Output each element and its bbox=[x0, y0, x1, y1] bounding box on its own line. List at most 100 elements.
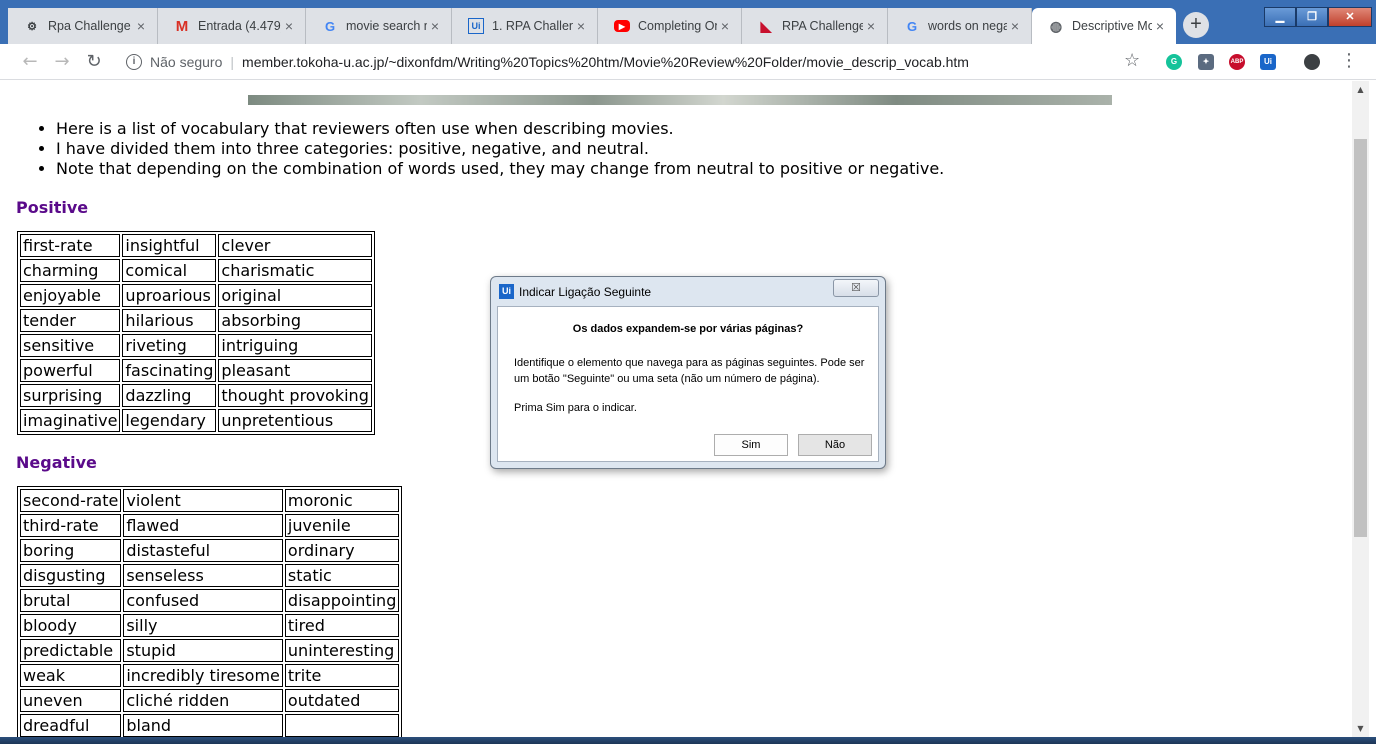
tab-title: Completing On bbox=[638, 19, 717, 33]
table-cell: comical bbox=[122, 259, 217, 282]
tab-gmail[interactable]: M Entrada (4.479) × bbox=[158, 8, 306, 44]
dialog-question: Os dados expandem-se por várias páginas? bbox=[572, 323, 804, 335]
table-cell: uproarious bbox=[122, 284, 217, 307]
table-cell: flawed bbox=[123, 514, 283, 537]
new-tab-button[interactable]: + bbox=[1183, 12, 1209, 38]
dialog-prompt: Prima Sim para o indicar. bbox=[514, 402, 637, 414]
profile-avatar[interactable] bbox=[1304, 54, 1320, 70]
close-icon[interactable]: × bbox=[1007, 18, 1023, 34]
scroll-down-icon[interactable]: ▼ bbox=[1352, 720, 1369, 737]
table-row: predictable stupid uninteresting bbox=[20, 639, 400, 662]
table-cell: bland bbox=[123, 714, 283, 737]
taskbar bbox=[0, 737, 1376, 744]
tab-rpa-challenge-2[interactable]: ◣ RPA Challenge × bbox=[742, 8, 888, 44]
rpa-challenge-icon: ⚙ bbox=[27, 20, 37, 33]
adblock-plus-icon[interactable]: ABP bbox=[1229, 54, 1245, 70]
table-cell: tired bbox=[284, 614, 400, 637]
next-link-dialog: Ui Indicar Ligação Seguinte ☒ Os dados e… bbox=[490, 276, 886, 469]
browser-toolbar: ← → ↻ i Não seguro | member.tokoha-u.ac.… bbox=[0, 44, 1376, 80]
dialog-title: Indicar Ligação Seguinte bbox=[519, 285, 652, 299]
table-row: enjoyable uproarious original bbox=[20, 284, 372, 307]
table-row: weak incredibly tiresome trite bbox=[20, 664, 400, 687]
address-bar[interactable]: i Não seguro | member.tokoha-u.ac.jp/~di… bbox=[116, 48, 1156, 76]
close-icon[interactable]: × bbox=[717, 18, 733, 34]
table-cell: static bbox=[284, 564, 400, 587]
close-icon[interactable]: × bbox=[281, 18, 297, 34]
scroll-up-icon[interactable]: ▲ bbox=[1352, 81, 1369, 98]
table-row: tender hilarious absorbing bbox=[20, 309, 372, 332]
table-row: imaginative legendary unpretentious bbox=[20, 409, 372, 432]
yes-button[interactable]: Sim bbox=[714, 434, 788, 456]
table-cell: hilarious bbox=[122, 309, 217, 332]
close-icon[interactable]: × bbox=[133, 18, 149, 34]
table-row: powerful fascinating pleasant bbox=[20, 359, 372, 382]
table-cell: charismatic bbox=[218, 259, 372, 282]
tab-descriptive-movie[interactable]: ◍ Descriptive Mo × bbox=[1032, 8, 1176, 44]
minimize-button[interactable]: ▁ bbox=[1264, 7, 1296, 27]
info-icon[interactable]: i bbox=[126, 54, 142, 70]
menu-kebab-icon[interactable]: ⋮ bbox=[1340, 50, 1358, 71]
tab-title: words on nega bbox=[928, 19, 1007, 33]
close-icon[interactable]: × bbox=[863, 18, 879, 34]
table-cell: thought provoking bbox=[218, 384, 372, 407]
reload-button[interactable]: ↻ bbox=[82, 50, 106, 74]
table-cell: weak bbox=[20, 664, 122, 687]
table-cell: enjoyable bbox=[20, 284, 121, 307]
tab-rpa-challenge[interactable]: ⚙ Rpa Challenge × bbox=[8, 8, 158, 44]
intro-list: Here is a list of vocabulary that review… bbox=[20, 119, 944, 179]
table-cell: original bbox=[218, 284, 372, 307]
table-cell: moronic bbox=[284, 489, 400, 512]
table-cell: pleasant bbox=[218, 359, 372, 382]
window-close-button[interactable]: ✕ bbox=[1328, 7, 1372, 27]
close-icon[interactable]: × bbox=[573, 18, 589, 34]
table-row: bloody silly tired bbox=[20, 614, 400, 637]
table-row: brutal confused disappointing bbox=[20, 589, 400, 612]
dialog-titlebar[interactable]: Ui Indicar Ligação Seguinte ☒ bbox=[491, 277, 885, 305]
table-cell: juvenile bbox=[284, 514, 400, 537]
tab-title: movie search n bbox=[346, 19, 427, 33]
table-cell: senseless bbox=[123, 564, 283, 587]
table-cell: second-rate bbox=[20, 489, 122, 512]
tab-title: Entrada (4.479) bbox=[198, 19, 281, 33]
divider: | bbox=[230, 54, 235, 70]
table-cell: ordinary bbox=[284, 539, 400, 562]
tab-title: RPA Challenge bbox=[782, 19, 863, 33]
tab-google-words-negative[interactable]: G words on nega × bbox=[888, 8, 1032, 44]
security-label[interactable]: Não seguro bbox=[150, 54, 222, 70]
grammarly-icon[interactable]: G bbox=[1166, 54, 1182, 70]
dialog-close-button[interactable]: ☒ bbox=[833, 279, 879, 297]
url-text[interactable]: member.tokoha-u.ac.jp/~dixonfdm/Writing%… bbox=[242, 54, 969, 70]
no-button[interactable]: Não bbox=[798, 434, 872, 456]
uipath-extension-icon[interactable]: Ui bbox=[1260, 54, 1276, 70]
table-row: dreadful bland bbox=[20, 714, 400, 737]
vertical-scrollbar[interactable]: ▲ ▼ bbox=[1352, 81, 1369, 737]
table-cell: confused bbox=[123, 589, 283, 612]
table-cell: uneven bbox=[20, 689, 122, 712]
close-icon[interactable]: × bbox=[427, 18, 443, 34]
tab-title: Descriptive Mo bbox=[1072, 19, 1152, 33]
table-cell: legendary bbox=[122, 409, 217, 432]
tab-google-movie-search[interactable]: G movie search n × bbox=[306, 8, 452, 44]
forward-button[interactable]: → bbox=[50, 50, 74, 74]
table-cell: disappointing bbox=[284, 589, 400, 612]
table-row: disgusting senseless static bbox=[20, 564, 400, 587]
table-row: first-rate insightful clever bbox=[20, 234, 372, 257]
bookmark-star-icon[interactable]: ☆ bbox=[1124, 50, 1140, 71]
table-cell: predictable bbox=[20, 639, 122, 662]
table-row: surprising dazzling thought provoking bbox=[20, 384, 372, 407]
list-item: Here is a list of vocabulary that review… bbox=[56, 119, 944, 139]
table-cell: charming bbox=[20, 259, 121, 282]
table-cell: violent bbox=[123, 489, 283, 512]
extension-puzzle-icon[interactable]: ✦ bbox=[1198, 54, 1214, 70]
table-cell: intriguing bbox=[218, 334, 372, 357]
close-icon[interactable]: × bbox=[1152, 18, 1168, 34]
scrollbar-thumb[interactable] bbox=[1354, 139, 1367, 537]
table-cell: riveting bbox=[122, 334, 217, 357]
table-row: uneven cliché ridden outdated bbox=[20, 689, 400, 712]
tab-youtube[interactable]: ▶ Completing On × bbox=[598, 8, 742, 44]
back-button[interactable]: ← bbox=[18, 50, 42, 74]
maximize-button[interactable]: ❐ bbox=[1296, 7, 1328, 27]
uipath-icon: Ui bbox=[468, 18, 484, 34]
positive-heading: Positive bbox=[16, 198, 89, 217]
tab-uipath-rpa-challenge[interactable]: Ui 1. RPA Challeng × bbox=[452, 8, 598, 44]
